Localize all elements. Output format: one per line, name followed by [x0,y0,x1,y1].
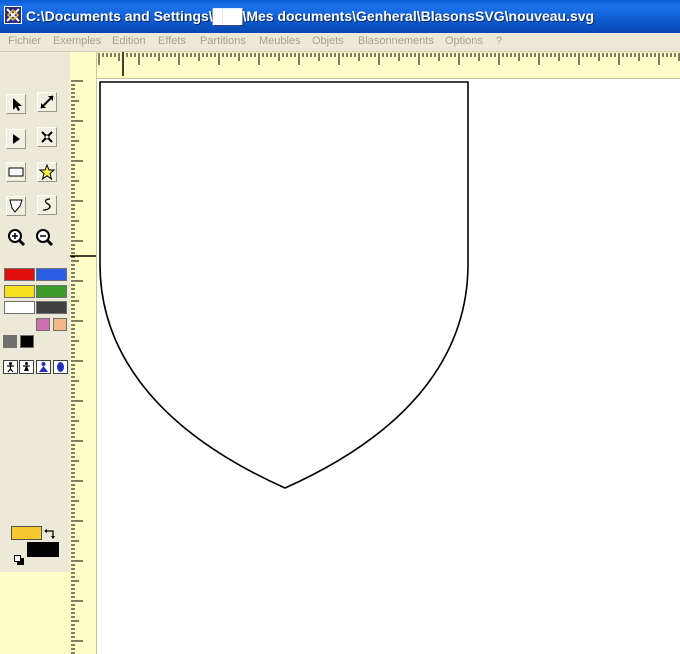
color-swatch-pink[interactable] [36,318,50,331]
figure-blue-drop-icon[interactable] [53,360,68,374]
color-swatch-red[interactable] [4,268,35,281]
menu-bar: Fichier Exemples Edition Effets Partitio… [0,33,680,52]
color-swatch-gray[interactable] [3,335,17,348]
fill-color-swatch[interactable] [11,526,42,540]
color-panel-background [0,572,70,654]
menu-objets[interactable]: Objets [312,35,344,47]
color-swatch-white[interactable] [4,301,35,314]
figure-woman-icon[interactable] [19,360,34,374]
menu-effets[interactable]: Effets [158,35,186,47]
menu-help[interactable]: ? [496,35,502,47]
app-icon[interactable] [4,6,22,24]
node-select-icon[interactable] [6,129,26,149]
freehand-icon[interactable] [37,195,57,215]
menu-fichier[interactable]: Fichier [8,35,41,47]
menu-edition[interactable]: Edition [112,35,146,47]
tool-panel [0,52,70,572]
menu-options[interactable]: Options [445,35,483,47]
swap-arrows-icon[interactable] [44,528,56,546]
polygon-icon[interactable] [6,196,26,216]
menu-meubles[interactable]: Meubles [259,35,301,47]
default-colors-icon[interactable] [14,553,25,571]
title-bar: C:\Documents and Settings\███\Mes docume… [0,0,680,33]
window-title: C:\Documents and Settings\███\Mes docume… [26,8,595,24]
zoom-out-icon[interactable] [34,227,54,247]
menu-partitions[interactable]: Partitions [200,35,246,47]
figure-blue-person-icon[interactable] [36,360,51,374]
blank-shield [99,81,469,489]
menu-exemples[interactable]: Exemples [53,35,101,47]
color-swatch-black[interactable] [20,335,34,348]
rectangle-icon[interactable] [6,162,26,182]
transform-icon[interactable] [37,127,57,147]
arrow-select-icon[interactable] [6,94,26,114]
color-swatch-dark-gray[interactable] [36,301,67,314]
vertical-ruler[interactable] [70,52,97,654]
menu-blasonnements[interactable]: Blasonnements [358,35,434,47]
star-icon[interactable] [37,162,57,182]
color-swatch-yellow[interactable] [4,285,35,298]
figure-man-icon[interactable] [3,360,18,374]
resize-diagonal-icon[interactable] [37,92,57,112]
current-colors-panel [0,517,70,572]
color-swatch-flesh[interactable] [53,318,67,331]
color-swatch-blue[interactable] [36,268,67,281]
drawing-canvas[interactable] [97,79,680,654]
horizontal-ruler[interactable] [97,52,680,79]
color-swatch-green[interactable] [36,285,67,298]
zoom-in-icon[interactable] [6,227,26,247]
